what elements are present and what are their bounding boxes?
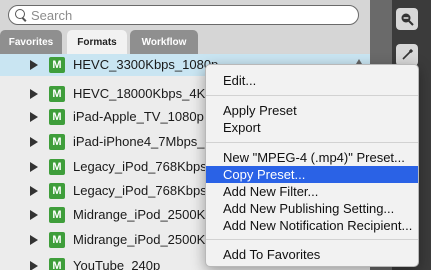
mpeg4-badge-icon: M xyxy=(49,232,65,248)
disclosure-triangle-icon[interactable] xyxy=(30,60,38,70)
menu-separator xyxy=(206,95,418,96)
menu-item-add-notification-recipient[interactable]: Add New Notification Recipient... xyxy=(206,217,418,234)
context-menu: Edit... Apply Preset Export New "MPEG-4 … xyxy=(205,64,419,267)
menu-item-export[interactable]: Export xyxy=(206,119,418,136)
disclosure-triangle-icon[interactable] xyxy=(30,89,38,99)
list-item-label: iPad-Apple_TV_1080p xyxy=(73,109,204,124)
mpeg4-badge-icon: M xyxy=(49,109,65,125)
mpeg4-badge-icon: M xyxy=(49,159,65,175)
menu-item-edit[interactable]: Edit... xyxy=(206,72,418,89)
menu-item-add-new-filter[interactable]: Add New Filter... xyxy=(206,183,418,200)
menu-item-add-publishing-setting[interactable]: Add New Publishing Setting... xyxy=(206,200,418,217)
list-item-label: iPad-iPhone4_7Mbps_72 xyxy=(73,134,219,149)
disclosure-triangle-icon[interactable] xyxy=(30,261,38,270)
top-bar: Favorites Formats Workflow xyxy=(0,0,370,54)
menu-item-copy-preset[interactable]: Copy Preset... xyxy=(206,166,418,183)
disclosure-triangle-icon[interactable] xyxy=(30,210,38,220)
disclosure-triangle-icon[interactable] xyxy=(30,186,38,196)
mpeg4-badge-icon: M xyxy=(49,134,65,150)
disclosure-triangle-icon[interactable] xyxy=(30,112,38,122)
menu-item-add-to-favorites[interactable]: Add To Favorites xyxy=(206,246,418,263)
search-input[interactable] xyxy=(31,7,351,23)
tab-workflow[interactable]: Workflow xyxy=(130,30,198,54)
search-field[interactable] xyxy=(8,5,359,25)
disclosure-triangle-icon[interactable] xyxy=(30,235,38,245)
list-item-label: Legacy_iPod_768Kbps_2 xyxy=(73,183,222,198)
zoom-out-button[interactable] xyxy=(396,8,418,30)
list-item-label: HEVC_18000Kbps_4K xyxy=(73,86,206,101)
mpeg4-badge-icon: M xyxy=(49,207,65,223)
list-item-label: Midrange_iPod_2500Kbp xyxy=(73,232,220,247)
eyedropper-icon xyxy=(402,48,414,60)
search-icon xyxy=(15,9,27,21)
mpeg4-badge-icon: M xyxy=(49,258,65,270)
disclosure-triangle-icon[interactable] xyxy=(30,162,38,172)
tab-bar: Favorites Formats Workflow xyxy=(0,30,370,54)
menu-separator xyxy=(206,239,418,240)
list-item-label: Midrange_iPod_2500Kbp xyxy=(73,207,220,222)
tab-formats[interactable]: Formats xyxy=(67,30,127,54)
list-item-label: Legacy_iPod_768Kbps_1 xyxy=(73,159,222,174)
mpeg4-badge-icon: M xyxy=(49,86,65,102)
menu-separator xyxy=(206,142,418,143)
zoom-out-icon xyxy=(401,13,414,26)
mpeg4-badge-icon: M xyxy=(49,57,65,73)
tab-favorites[interactable]: Favorites xyxy=(0,30,62,54)
menu-item-new-mpeg4-preset[interactable]: New "MPEG-4 (.mp4)" Preset... xyxy=(206,149,418,166)
disclosure-triangle-icon[interactable] xyxy=(30,137,38,147)
list-item-label: YouTube_240p xyxy=(73,258,161,270)
menu-item-apply-preset[interactable]: Apply Preset xyxy=(206,102,418,119)
list-item-label: HEVC_3300Kbps_1080p xyxy=(73,57,219,72)
mpeg4-badge-icon: M xyxy=(49,183,65,199)
eyedropper-button[interactable] xyxy=(396,44,418,66)
